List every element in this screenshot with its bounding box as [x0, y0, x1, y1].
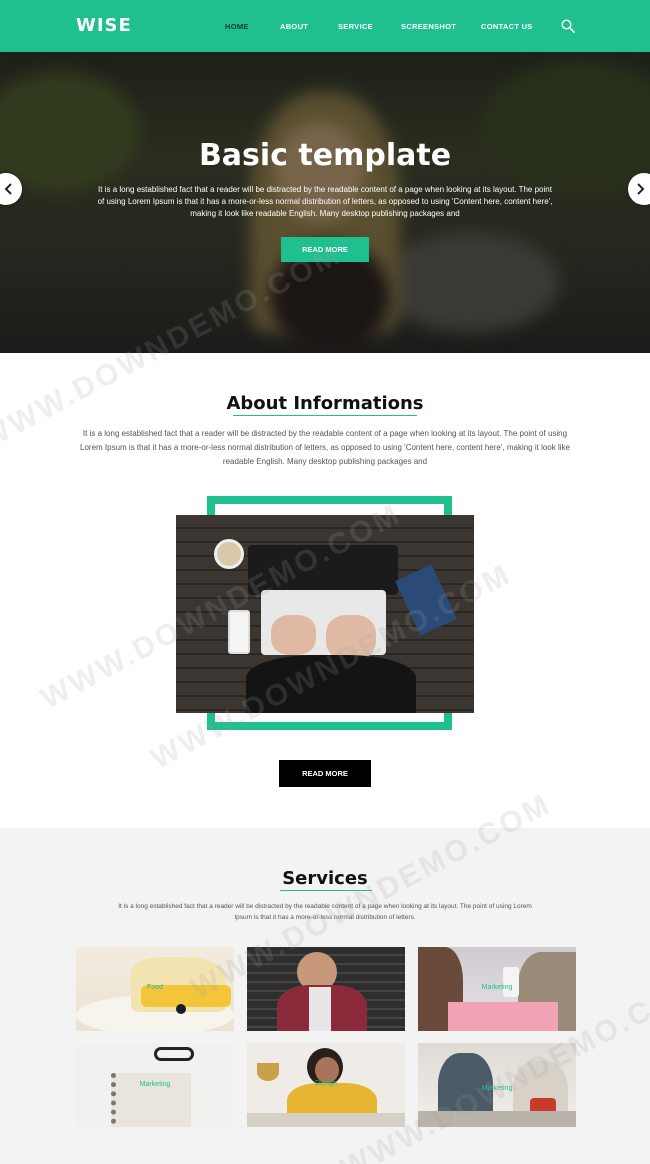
about-title-underline: [233, 415, 417, 416]
nav-service[interactable]: SERVICE: [338, 22, 373, 31]
service-card-design[interactable]: Design: [247, 1043, 405, 1127]
hero-read-more-button[interactable]: READ MORE: [281, 237, 369, 262]
services-title: Services: [282, 868, 368, 889]
service-card-label: Marketing: [139, 1081, 171, 1088]
man-shirt: [309, 987, 331, 1031]
counter: [418, 1111, 576, 1127]
about-laptop-image: [176, 515, 474, 713]
service-card-marketing-notebook[interactable]: Marketing: [76, 1043, 234, 1127]
glasses: [154, 1047, 194, 1061]
nav-about[interactable]: ABOUT: [280, 22, 308, 31]
service-card-marketing-kitchen[interactable]: Marketing: [418, 1043, 576, 1127]
nav-home[interactable]: HOME: [225, 22, 249, 31]
search-icon[interactable]: [561, 19, 575, 33]
services-title-underline: [280, 890, 372, 891]
hero-title: Basic template: [198, 138, 452, 173]
chevron-right-icon: [637, 183, 645, 195]
service-card-label: Design: [315, 1080, 337, 1087]
desk: [247, 1113, 405, 1127]
hero-slider: Basic template It is a long established …: [0, 52, 650, 353]
service-card-food[interactable]: Food: [76, 947, 234, 1031]
service-card-label: Food: [147, 984, 163, 991]
about-title: About Informations: [226, 393, 424, 414]
notebook: [395, 564, 457, 636]
smartphone: [228, 610, 250, 654]
services-description: It is a long established fact that a rea…: [118, 903, 532, 921]
about-read-more-button[interactable]: READ MORE: [279, 760, 371, 787]
top-navbar: WISE HOME ABOUT SERVICE SCREENSHOT CONTA…: [0, 0, 650, 52]
person-sleeves: [246, 655, 416, 713]
blueberry: [176, 1004, 186, 1014]
nav-contact-us[interactable]: CONTACT US: [481, 22, 533, 31]
brand-logo[interactable]: WISE: [76, 15, 132, 36]
service-card-label: Marketing: [481, 984, 513, 991]
nav-screenshot[interactable]: SCREENSHOT: [401, 22, 456, 31]
pink-table: [448, 1002, 558, 1031]
service-card-label: Marketing: [481, 1085, 513, 1092]
coffee-cup: [214, 539, 244, 569]
device: [503, 967, 519, 997]
chevron-left-icon: [4, 183, 12, 195]
laptop-screen: [248, 545, 398, 595]
lamp: [257, 1063, 279, 1081]
about-description: It is a long established fact that a rea…: [80, 429, 570, 466]
service-card-business[interactable]: [247, 947, 405, 1031]
hero-description: It is a long established fact that a rea…: [97, 185, 553, 218]
right-hand: [326, 615, 376, 660]
left-hand: [271, 615, 316, 655]
service-card-marketing[interactable]: Marketing: [418, 947, 576, 1031]
